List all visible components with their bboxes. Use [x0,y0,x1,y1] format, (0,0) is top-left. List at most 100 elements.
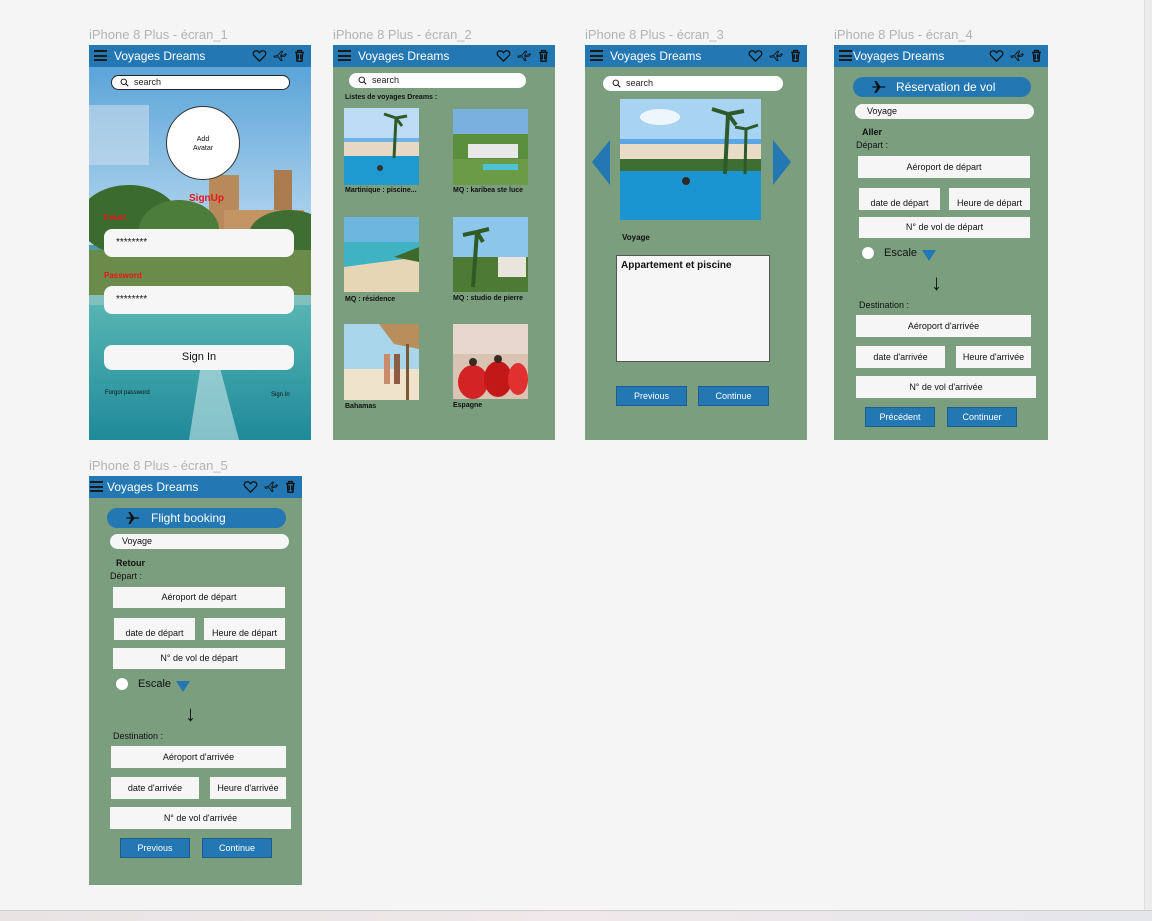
continue-button[interactable]: Continuer [947,407,1017,427]
heart-icon[interactable] [243,479,258,494]
menu-icon[interactable] [90,481,103,492]
trash-icon[interactable] [283,479,298,494]
screen-5-flight-booking: Voyages Dreams Flight booking Voyage Ret… [89,476,302,885]
frame-title-2: iPhone 8 Plus - écran_2 [333,27,472,42]
list-item-caption[interactable]: MQ : résidence [345,296,395,303]
search-input[interactable]: search [349,73,526,88]
date-depart-field[interactable]: date de départ [114,618,195,640]
airplane-icon[interactable] [768,48,783,63]
menu-icon[interactable] [839,50,852,61]
trash-icon[interactable] [536,48,551,63]
airplane-icon[interactable] [263,479,278,494]
airplane-icon [125,510,141,526]
frame-title-5: iPhone 8 Plus - écran_5 [89,458,228,473]
flight-booking-header-button[interactable]: Flight booking [107,508,286,528]
forgot-password-link[interactable]: Forgot password [105,390,150,396]
trash-icon[interactable] [1029,48,1044,63]
triangle-down-icon[interactable] [176,681,190,692]
heure-depart-field[interactable]: Heure de départ [204,618,285,640]
heure-arrivee-field[interactable]: Heure d'arrivée [956,346,1031,368]
continue-button[interactable]: Continue [202,838,272,858]
destination-label: Destination : [113,731,164,741]
list-item-caption[interactable]: Martinique : piscine... [345,187,417,194]
previous-button-label: Previous [137,843,173,853]
vertical-scrollbar[interactable] [1144,0,1152,910]
heure-depart-placeholder: Heure de départ [956,198,1023,208]
heart-icon[interactable] [252,48,267,63]
chevron-right-icon[interactable] [773,140,791,185]
top-bar: Voyages Dreams [89,476,302,498]
search-input[interactable]: search [111,75,290,90]
previous-button[interactable]: Previous [616,386,687,406]
escale-radio[interactable] [116,678,128,690]
add-avatar-button[interactable]: Add Avatar [166,106,240,180]
airport-depart-field[interactable]: Aéroport de départ [113,587,285,608]
email-value: ******** [116,237,148,248]
date-arrivee-field[interactable]: date d'arrivée [111,777,199,799]
trash-icon[interactable] [788,48,803,63]
pool-photo[interactable] [344,108,419,185]
reservation-header-label: Réservation de vol [896,80,996,94]
menu-icon[interactable] [338,50,351,61]
previous-button[interactable]: Previous [120,838,190,858]
triangle-down-icon[interactable] [922,250,936,261]
flight-booking-header-label: Flight booking [151,511,226,525]
chevron-left-icon[interactable] [592,140,610,185]
heure-arrivee-field[interactable]: Heure d'arrivée [210,777,286,799]
continue-button[interactable]: Continue [698,386,769,406]
airplane-icon[interactable] [272,48,287,63]
reservation-header-button[interactable]: Réservation de vol [853,77,1031,97]
voyage-field[interactable]: Voyage [855,104,1034,119]
list-item-caption[interactable]: Bahamas [345,403,376,410]
beach-photo[interactable] [344,217,419,292]
airport-depart-field[interactable]: Aéroport de départ [858,156,1030,178]
continue-button-label: Continue [218,843,256,853]
heart-icon[interactable] [989,48,1004,63]
vol-arrivee-field[interactable]: N° de vol d'arrivée [856,376,1036,398]
airport-arrivee-field[interactable]: Aéroport d'arrivée [856,315,1031,337]
list-item-caption[interactable]: MQ : studio de pierre [453,295,523,302]
menu-icon[interactable] [590,50,603,61]
email-field[interactable]: ******** [104,229,294,257]
vol-arrivee-field[interactable]: N° de vol d'arrivée [110,807,291,829]
photo-caption: Voyage [622,233,650,242]
heure-depart-field[interactable]: Heure de départ [949,188,1030,210]
list-item-caption[interactable]: MQ : karibea ste luce [453,187,523,194]
signin-button[interactable]: Sign In [104,345,294,370]
vol-depart-field[interactable]: N° de vol de départ [859,217,1030,238]
search-icon [358,76,367,85]
heart-icon[interactable] [748,48,763,63]
date-depart-field[interactable]: date de départ [859,188,940,210]
frame-title-3: iPhone 8 Plus - écran_3 [585,27,724,42]
date-arrivee-field[interactable]: date d'arrivée [856,346,945,368]
previous-button[interactable]: Précédent [865,407,935,427]
vol-depart-field[interactable]: N° de vol de départ [113,648,285,669]
dancers-photo[interactable] [453,324,528,399]
trash-icon[interactable] [292,48,307,63]
airplane-icon[interactable] [516,48,531,63]
search-placeholder: search [134,77,162,87]
signup-label[interactable]: SignUp [189,193,224,204]
couple-beach-photo[interactable] [344,324,419,400]
signin-button-label: Sign In [181,351,217,363]
signin-link[interactable]: Sign In [271,392,290,398]
voyage-field[interactable]: Voyage [110,534,289,549]
app-title: Voyages Dreams [107,480,199,494]
menu-icon[interactable] [94,50,107,61]
heure-depart-placeholder: Heure de départ [211,628,278,638]
list-item-caption[interactable]: Espagne [453,402,482,409]
arrow-down-icon: ↓ [185,701,196,726]
palms-photo[interactable] [453,217,528,292]
airplane-icon[interactable] [1009,48,1024,63]
app-title: Voyages Dreams [114,49,206,63]
password-value: ******** [116,294,148,305]
heure-arrivee-placeholder: Heure d'arrivée [217,783,279,793]
escale-label: Escale [884,247,918,259]
heart-icon[interactable] [496,48,511,63]
airport-arrivee-field[interactable]: Aéroport d'arrivée [111,746,286,768]
date-depart-placeholder: date de départ [125,628,184,638]
search-input[interactable]: search [603,76,783,91]
escale-radio[interactable] [862,247,874,259]
password-field[interactable]: ******** [104,286,294,314]
resort-photo[interactable] [453,109,528,185]
